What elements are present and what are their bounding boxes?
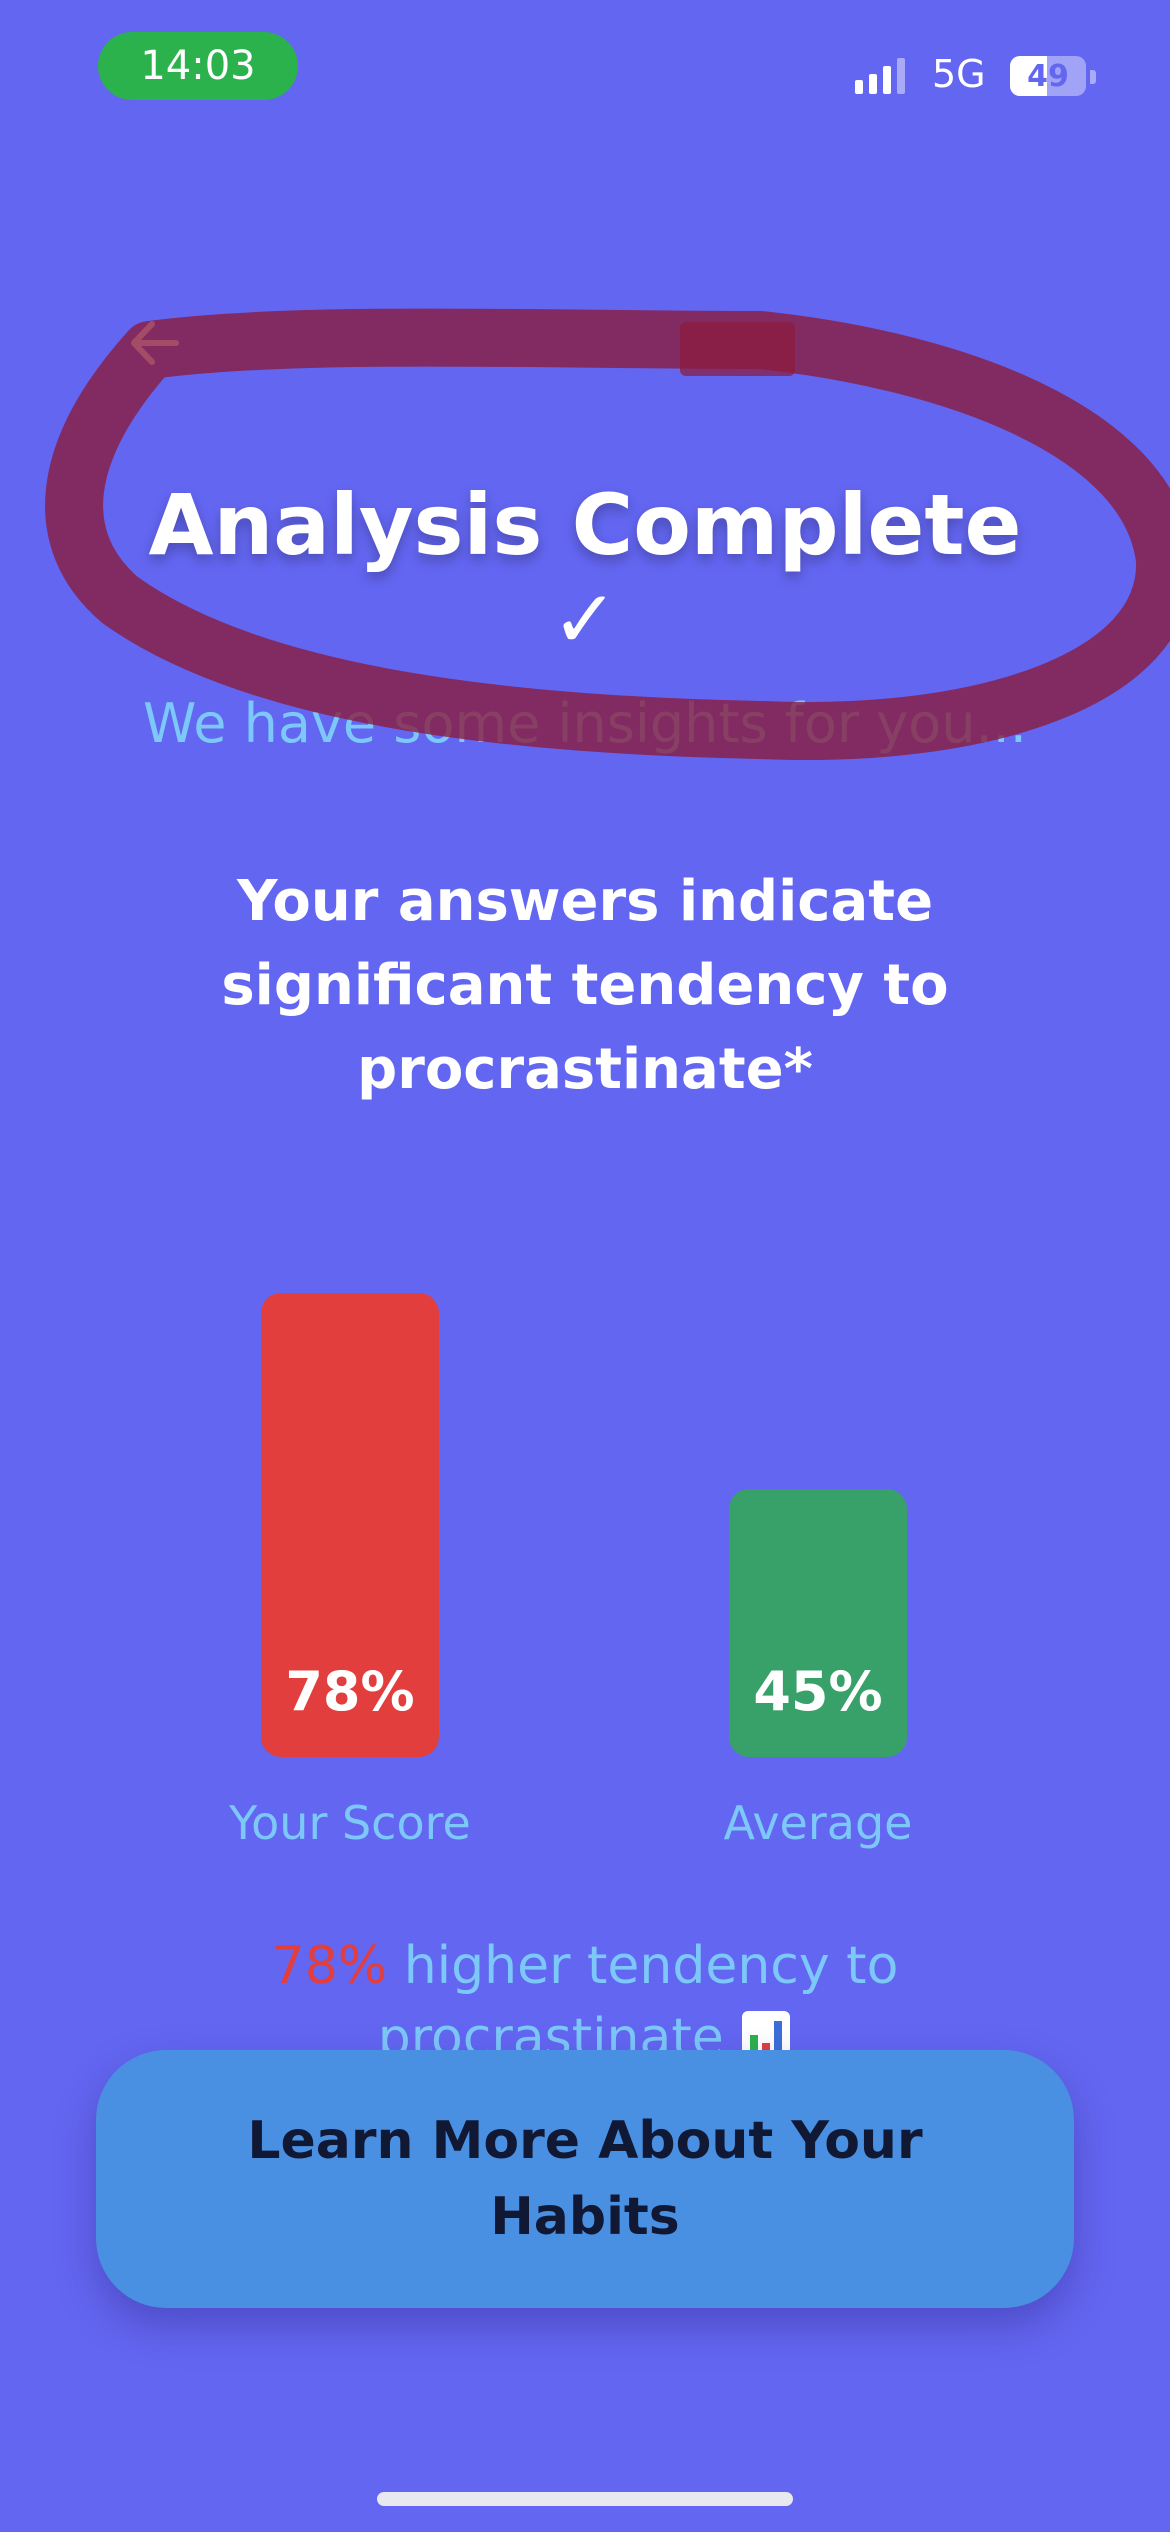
home-indicator[interactable]	[377, 2492, 793, 2506]
network-type: 5G	[932, 52, 986, 96]
bar-your-score: 78%	[261, 1293, 439, 1757]
comparison-label: higher tendency to procrastinate	[377, 1936, 899, 2065]
bar-value-label: 78%	[285, 1660, 415, 1723]
bar-category-label: Average	[723, 1796, 913, 1850]
learn-more-button-label: Learn More About Your Habits	[247, 2111, 923, 2247]
bar-average: 45%	[729, 1489, 907, 1757]
battery-tip	[1090, 70, 1096, 84]
battery-level: 49	[1027, 58, 1069, 94]
comparison-text: 78% higher tendency to procrastinate	[200, 1930, 970, 2065]
cellular-signal-icon	[855, 58, 905, 94]
result-statement: Your answers indicate significant tenden…	[221, 869, 949, 1102]
back-button[interactable]	[120, 308, 190, 378]
bar-category-label: Your Score	[229, 1796, 471, 1850]
page-title: Analysis Complete	[148, 476, 1022, 574]
status-bar: 14:03 5G 49	[0, 0, 1170, 140]
arrow-left-icon	[131, 321, 179, 365]
subtitle: We have some insights for you...	[143, 692, 1027, 755]
comparison-percent: 78%	[271, 1936, 388, 1996]
check-icon: ✓	[551, 573, 619, 666]
bar-value-label: 45%	[753, 1660, 883, 1723]
status-time: 14:03	[98, 32, 298, 100]
battery-icon: 49	[1010, 56, 1086, 96]
learn-more-button[interactable]: Learn More About Your Habits	[96, 2050, 1074, 2308]
